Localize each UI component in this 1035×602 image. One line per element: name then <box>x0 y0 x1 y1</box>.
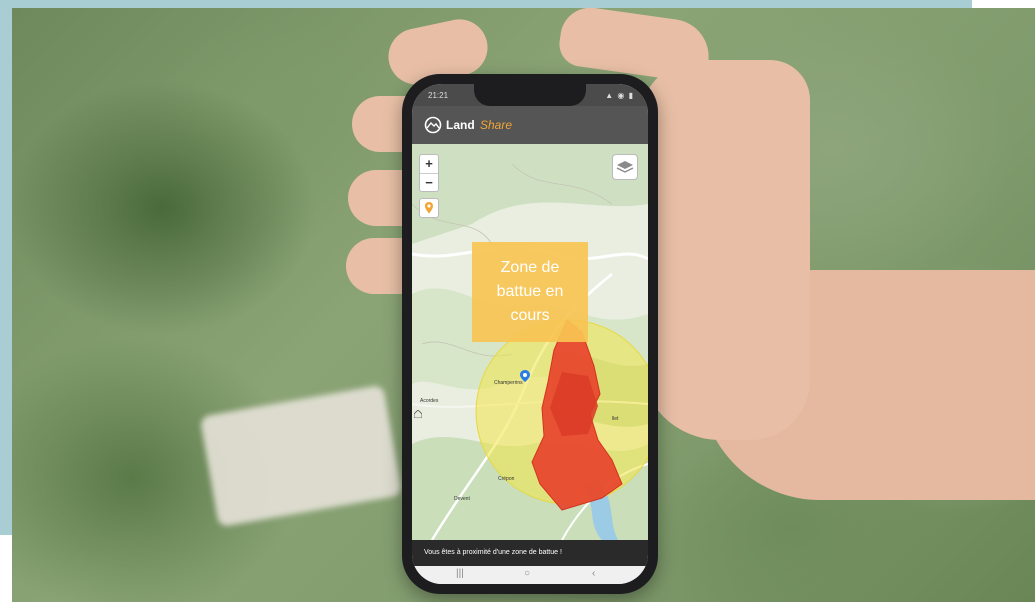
hand-palm <box>640 60 810 440</box>
logo-icon <box>424 116 442 139</box>
home-button[interactable]: ○ <box>524 568 530 579</box>
locate-button[interactable] <box>419 198 439 218</box>
plant-tag-blurred <box>199 384 403 528</box>
place-label: llet <box>612 416 619 422</box>
logo-text-land: Land <box>446 118 475 132</box>
zoom-control: + − <box>419 154 439 192</box>
phone-screen: 21:21 ▲ ◉ ▮ Land Share Champerrins Acord… <box>412 84 648 584</box>
phone-notch <box>474 84 586 106</box>
logo-text-share: Share <box>480 118 513 132</box>
status-icons: ▲ ◉ ▮ <box>605 91 634 100</box>
hunt-zone-overlay: Zone de battue en cours <box>472 242 588 342</box>
zoom-in-button[interactable]: + <box>420 155 438 174</box>
hunt-zone-text: Zone de battue en cours <box>496 259 564 324</box>
place-label: Devent <box>454 496 470 502</box>
map-view[interactable]: Champerrins Acordes Crépon Devent llet Z… <box>412 144 648 540</box>
status-time: 21:21 <box>428 91 449 100</box>
locate-icon <box>425 202 433 214</box>
app-header: Land Share <box>412 106 648 144</box>
smartphone: 21:21 ▲ ◉ ▮ Land Share Champerrins Acord… <box>402 74 658 594</box>
android-nav-bar: ||| ○ ‹ <box>412 566 648 584</box>
frame-border-left <box>0 0 12 535</box>
map-tiles <box>412 144 648 540</box>
proximity-alert-banner: Vous êtes à proximité d'une zone de batt… <box>412 540 648 566</box>
place-label: Acordes <box>420 398 439 404</box>
layers-icon <box>616 161 634 173</box>
frame-border-top <box>0 0 972 8</box>
place-label: Champerrins <box>494 380 523 386</box>
place-label: Crépon <box>498 476 515 482</box>
layers-button[interactable] <box>612 154 638 180</box>
recents-button[interactable]: ||| <box>456 568 464 579</box>
back-button[interactable]: ‹ <box>592 568 595 579</box>
zoom-out-button[interactable]: − <box>420 174 438 192</box>
